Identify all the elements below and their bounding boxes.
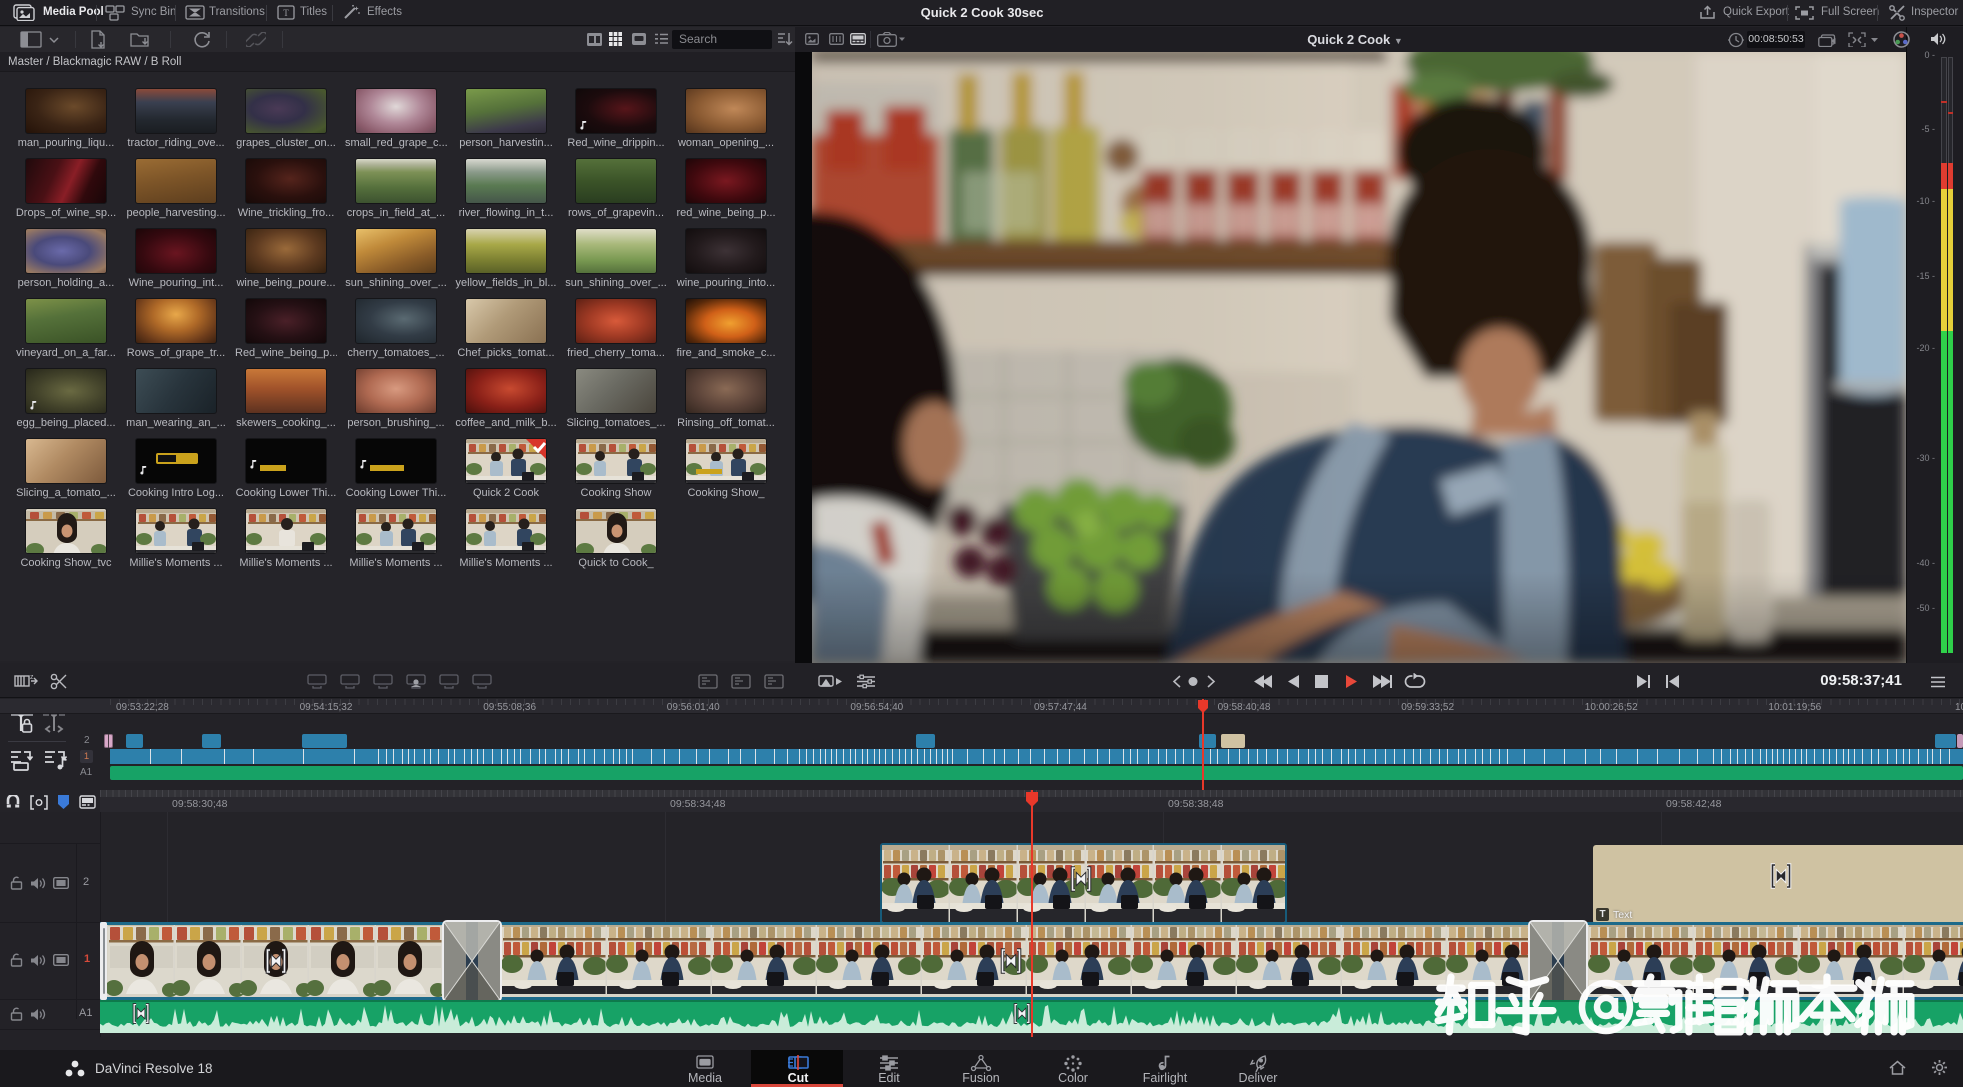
svg-text:z: z bbox=[30, 674, 34, 681]
svg-text:T: T bbox=[283, 8, 289, 18]
